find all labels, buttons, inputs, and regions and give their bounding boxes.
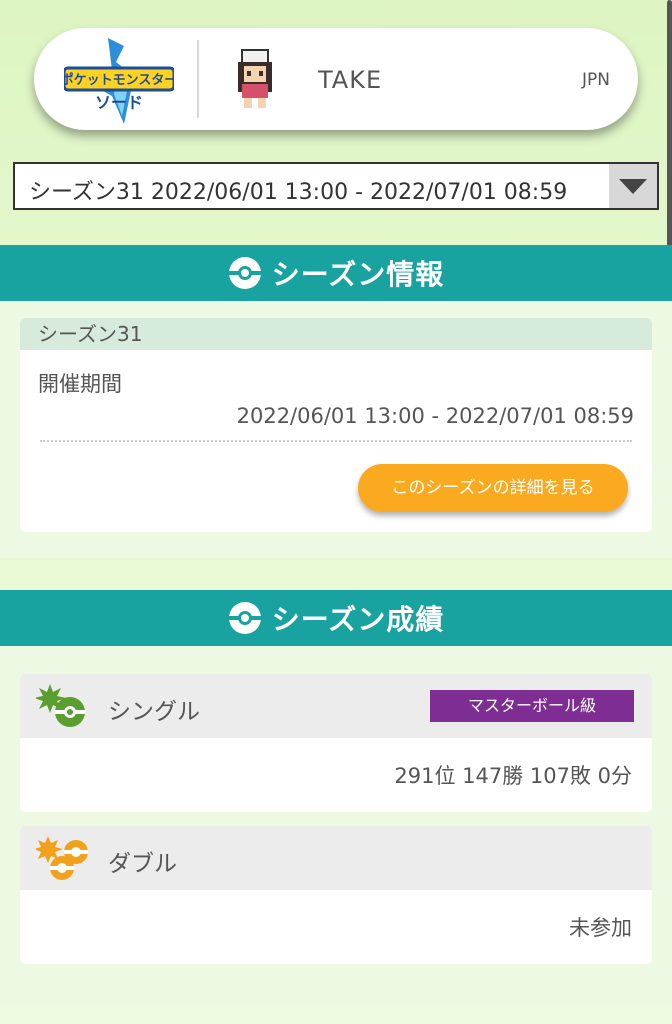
season-info-header: シーズン情報 xyxy=(0,245,672,301)
pokeball-icon xyxy=(228,602,261,634)
season-select-value: シーズン31 2022/06/01 13:00 - 2022/07/01 08:… xyxy=(29,180,568,205)
dotted-divider xyxy=(40,440,632,442)
chevron-down-icon xyxy=(619,179,647,194)
season-info-card: シーズン31 開催期間 2022/06/01 13:00 - 2022/07/0… xyxy=(20,318,652,532)
single-battle-label: シングル xyxy=(108,699,200,725)
season-select[interactable]: シーズン31 2022/06/01 13:00 - 2022/07/01 08:… xyxy=(13,162,659,210)
season-results-header: シーズン成績 xyxy=(0,590,672,646)
trainer-avatar xyxy=(238,49,272,108)
region-label: JPN xyxy=(582,70,610,90)
double-battle-icon xyxy=(36,836,88,880)
double-battle-header: ダブル xyxy=(20,826,652,890)
period-value: 2022/06/01 13:00 - 2022/07/01 08:59 xyxy=(236,404,634,428)
header-divider xyxy=(197,40,199,118)
single-battle-icon xyxy=(36,684,85,727)
single-battle-header: シングル マスターボール級 xyxy=(20,674,652,738)
double-battle-record: 未参加 xyxy=(569,916,632,940)
single-battle-record: 291位 147勝 107敗 0分 xyxy=(394,764,632,788)
season-info-title: シーズン情報 xyxy=(271,258,445,291)
trainer-name: TAKE xyxy=(318,66,383,94)
pokemon-sword-logo: ポケットモンスター ソード xyxy=(64,38,174,124)
svg-text:ポケットモンスター: ポケットモンスター xyxy=(64,72,174,88)
select-dropdown-button[interactable] xyxy=(609,164,657,208)
profile-card: ポケットモンスター ソード TAKE JPN xyxy=(34,28,638,130)
season-results-title: シーズン成績 xyxy=(271,603,445,636)
double-battle-label: ダブル xyxy=(108,851,177,877)
rank-class-badge: マスターボール級 xyxy=(430,690,634,722)
svg-text:ソード: ソード xyxy=(95,93,143,112)
single-battle-card: シングル マスターボール級 291位 147勝 107敗 0分 xyxy=(20,674,652,812)
period-label: 開催期間 xyxy=(38,372,122,396)
season-name: シーズン31 xyxy=(20,318,652,350)
pokeball-icon xyxy=(228,257,261,289)
season-detail-button[interactable]: このシーズンの詳細を見る xyxy=(358,464,628,512)
double-battle-card: ダブル 未参加 xyxy=(20,826,652,964)
